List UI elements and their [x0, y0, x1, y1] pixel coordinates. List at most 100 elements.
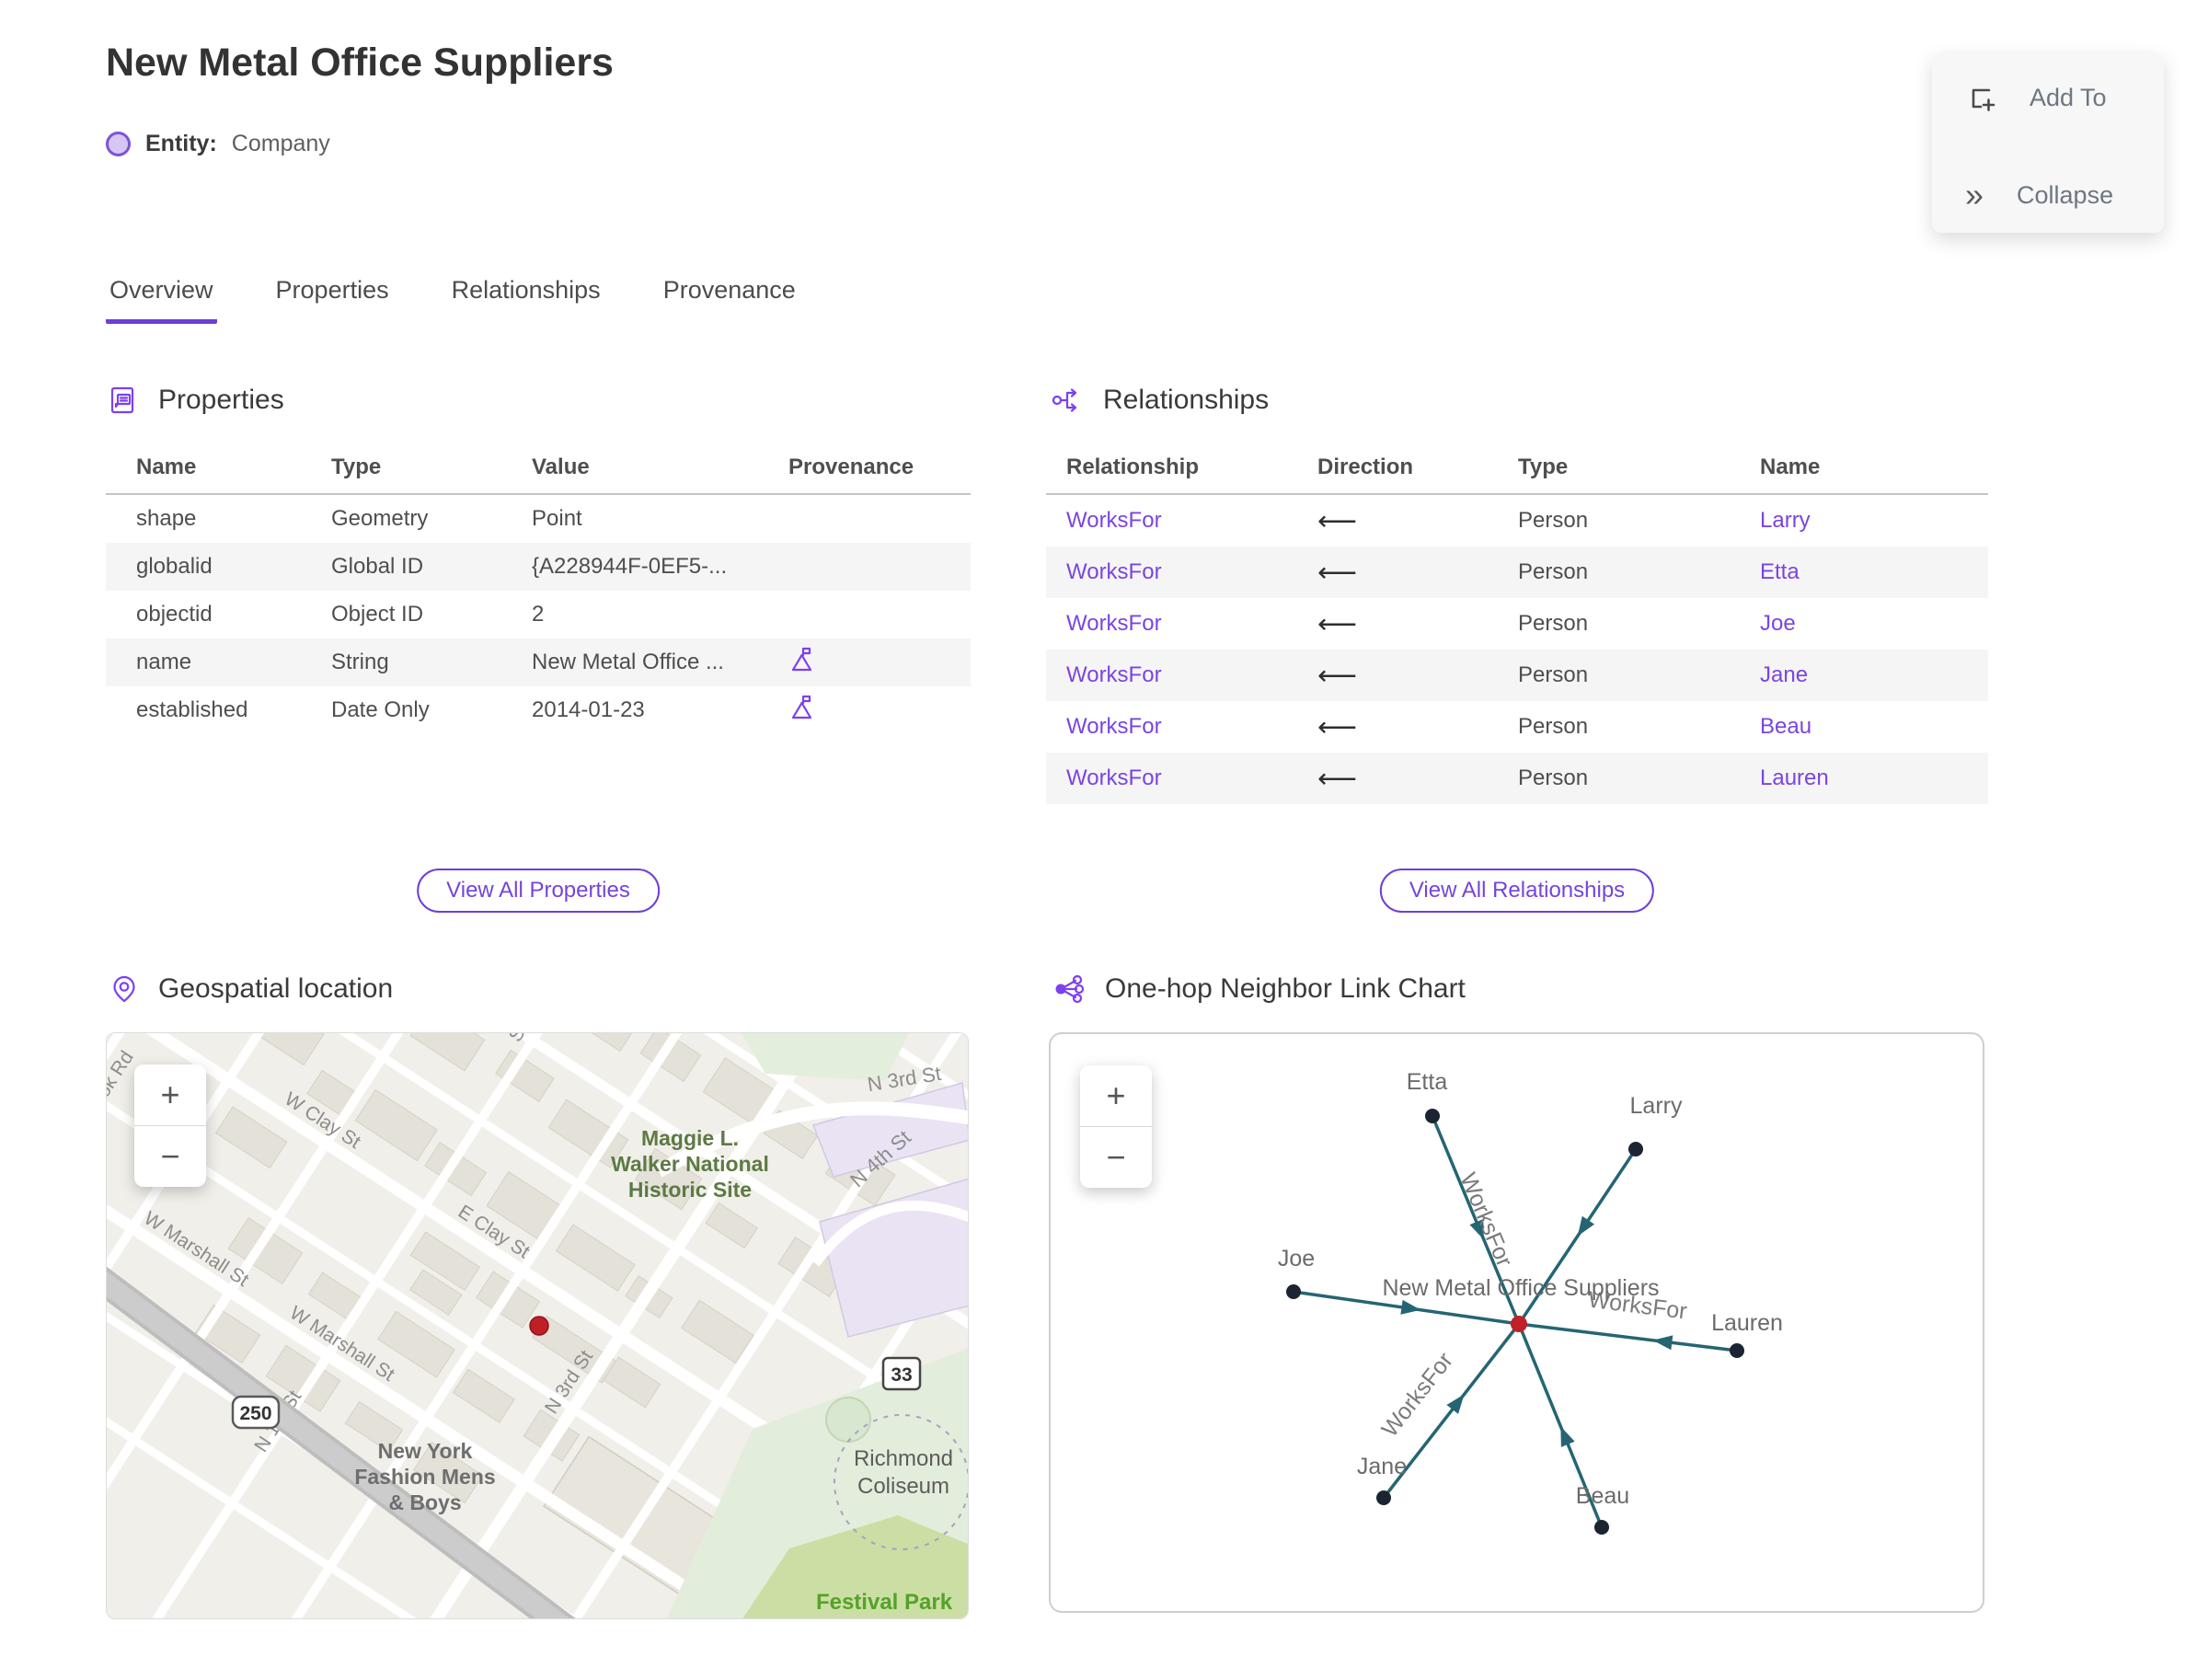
view-all-relationships-button[interactable]: View All Relationships: [1379, 869, 1655, 913]
svg-text:Historic Site: Historic Site: [628, 1178, 752, 1202]
relationships-table-header: Relationship Direction Type Name: [1046, 442, 1988, 495]
table-row: WorksFor ⟵ Person Beau: [1046, 701, 1988, 753]
graph-edge[interactable]: [1518, 1322, 1738, 1352]
add-to-label: Add To: [2030, 83, 2107, 111]
geospatial-map[interactable]: W Clay St E Clay St W Marshall St W Mars…: [106, 1032, 969, 1619]
prop-value: New Metal Office ...: [532, 650, 724, 674]
person-link[interactable]: Lauren: [1760, 765, 1988, 791]
worksfor-link[interactable]: WorksFor: [1046, 508, 1317, 534]
graph-edge-arrow: [1652, 1335, 1673, 1351]
prop-type: Global ID: [331, 554, 424, 579]
table-row: WorksFor ⟵ Person Lauren: [1046, 753, 1988, 804]
table-row: WorksFor ⟵ Person Etta: [1046, 547, 1988, 598]
map-zoom-out-button[interactable]: −: [134, 1125, 206, 1187]
person-link[interactable]: Larry: [1760, 508, 1988, 534]
add-to-icon: [1972, 88, 1995, 111]
svg-text:33: 33: [891, 1364, 912, 1386]
person-link[interactable]: Beau: [1760, 714, 1988, 740]
one-hop-link-chart[interactable]: WorksFor WorksFor WorksFor New Metal Office…: [1049, 1032, 1984, 1613]
graph-node[interactable]: [1376, 1490, 1391, 1505]
col-provenance: Provenance: [788, 455, 914, 479]
prop-name: shape: [136, 506, 197, 531]
map-location-marker[interactable]: [529, 1316, 549, 1336]
collapse-button[interactable]: » Collapse: [1965, 178, 2113, 212]
map-poi-label-festival: Festival Park: [816, 1590, 953, 1615]
prop-type: Object ID: [331, 602, 424, 627]
direction-arrow: ⟵: [1317, 557, 1358, 588]
graph-node[interactable]: [1628, 1142, 1643, 1156]
svg-text:Walker National: Walker National: [611, 1152, 769, 1176]
graph-node-label: Joe: [1278, 1246, 1315, 1272]
graph-edge-arrow: [1560, 1426, 1575, 1447]
worksfor-link[interactable]: WorksFor: [1046, 662, 1317, 688]
table-row: shape Geometry Point: [106, 495, 971, 543]
graph-node[interactable]: [1730, 1343, 1744, 1358]
relationships-section-title: Relationships: [1103, 385, 1270, 415]
map-zoom-in-button[interactable]: +: [134, 1064, 206, 1125]
entity-type-icon: [106, 132, 131, 156]
person-link[interactable]: Jane: [1760, 662, 1988, 688]
table-row: WorksFor ⟵ Person Joe: [1046, 598, 1988, 650]
properties-table-header: Name Type Value Provenance: [106, 442, 971, 495]
rel-type: Person: [1518, 714, 1589, 739]
entity-type-value: Company: [231, 131, 330, 156]
prop-value: 2: [532, 602, 545, 627]
graph-edge-label: WorksFor: [1455, 1169, 1517, 1271]
geospatial-section-header: Geospatial location: [110, 973, 393, 1005]
link-chart-section-title: One-hop Neighbor Link Chart: [1105, 973, 1466, 1004]
rel-type: Person: [1518, 508, 1589, 533]
worksfor-link[interactable]: WorksFor: [1046, 714, 1317, 740]
link-chart-icon: [1055, 974, 1085, 1004]
entity-badge: Entity: Company: [106, 131, 330, 157]
relationships-section-header: Relationships: [1052, 385, 1269, 416]
svg-text:Fashion Mens: Fashion Mens: [354, 1465, 495, 1489]
table-row: globalid Global ID {A228944F-0EF5-...: [106, 543, 971, 591]
col-direction: Direction: [1317, 455, 1414, 479]
svg-text:Maggie L.: Maggie L.: [641, 1126, 739, 1150]
map-canvas: W Clay St E Clay St W Marshall St W Mars…: [107, 1033, 968, 1618]
col-type: Type: [331, 455, 382, 479]
chart-zoom-in-button[interactable]: +: [1080, 1065, 1152, 1126]
direction-arrow: ⟵: [1317, 763, 1358, 794]
prop-value: 2014-01-23: [532, 697, 645, 722]
tab-overview[interactable]: Overview: [106, 276, 217, 324]
graph-edge-arrow: [1577, 1215, 1595, 1237]
tab-relationships[interactable]: Relationships: [448, 276, 604, 324]
geospatial-section-title: Geospatial location: [158, 973, 394, 1004]
tab-provenance[interactable]: Provenance: [660, 276, 799, 324]
prop-name: objectid: [136, 602, 213, 627]
person-link[interactable]: Joe: [1760, 611, 1988, 637]
graph-node[interactable]: [1511, 1316, 1527, 1332]
provenance-flag-icon[interactable]: [788, 694, 816, 721]
prop-type: Geometry: [331, 506, 429, 531]
direction-arrow: ⟵: [1317, 608, 1358, 639]
person-link[interactable]: Etta: [1760, 559, 1988, 585]
worksfor-link[interactable]: WorksFor: [1046, 765, 1317, 791]
graph-node-label: Lauren: [1711, 1310, 1783, 1336]
provenance-flag-icon[interactable]: [788, 646, 816, 673]
col-name: Name: [1760, 455, 1821, 479]
graph-node-label: New Metal Office Suppliers: [1382, 1275, 1659, 1301]
graph-node[interactable]: [1286, 1284, 1301, 1299]
relationships-icon: [1052, 388, 1077, 412]
page-title: New Metal Office Suppliers: [106, 40, 614, 85]
tab-properties[interactable]: Properties: [272, 276, 393, 324]
svg-text:250: 250: [239, 1403, 271, 1424]
svg-text:Coliseum: Coliseum: [857, 1474, 949, 1499]
prop-value: Point: [532, 506, 582, 531]
col-value: Value: [532, 455, 590, 479]
view-all-properties-button[interactable]: View All Properties: [417, 869, 660, 913]
route-shield-250: 250: [231, 1395, 281, 1430]
chart-zoom-out-button[interactable]: −: [1080, 1126, 1152, 1188]
worksfor-link[interactable]: WorksFor: [1046, 559, 1317, 585]
add-to-button[interactable]: Add To: [1965, 82, 2107, 113]
worksfor-link[interactable]: WorksFor: [1046, 611, 1317, 637]
quick-actions-panel: Add To » Collapse: [1932, 52, 2164, 233]
properties-table: Name Type Value Provenance shape Geometr…: [106, 442, 971, 734]
rel-type: Person: [1518, 559, 1589, 584]
entity-label: Entity:: [145, 131, 217, 156]
graph-node[interactable]: [1425, 1109, 1440, 1123]
prop-name: name: [136, 650, 192, 674]
graph-node[interactable]: [1594, 1520, 1609, 1535]
prop-type: String: [331, 650, 389, 674]
